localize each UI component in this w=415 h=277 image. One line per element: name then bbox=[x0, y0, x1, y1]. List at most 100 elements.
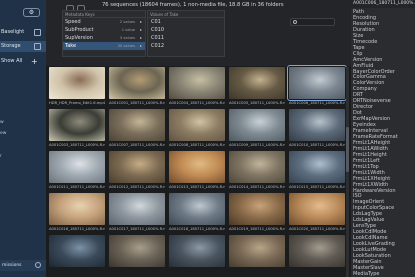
clip-caption: A001C007_180711_L000%.R.mxf bbox=[109, 143, 165, 147]
panel-header: Metadata Keys bbox=[63, 11, 145, 18]
clip-caption: A001C018_180711_L000%.R.mxf bbox=[169, 227, 225, 231]
clip-thumbnail[interactable]: A001C001_180711_L000%.R.mxf bbox=[109, 67, 165, 113]
clip-thumbnail[interactable]: A001C020_180711_L000%.R.mxf bbox=[289, 193, 345, 239]
panel-header: Values of Take bbox=[148, 11, 224, 18]
clip-caption: A001C019_180711_L000%.R.mxf bbox=[229, 227, 285, 231]
clip-thumbnail[interactable]: HDR_HDR_Promo_Edit1.6.mp4 bbox=[49, 67, 105, 113]
clip-caption: A001C012_180711_L000%.R.mxf bbox=[109, 185, 165, 189]
value-row[interactable]: C012 bbox=[148, 42, 224, 50]
clip-caption: A001C009_180711_L000%.R.mxf bbox=[229, 143, 285, 147]
metadata-key-row[interactable]: Take 30 values ▸ bbox=[63, 42, 145, 50]
clip-thumbnail[interactable]: A001C013_180711_L000%.R.mxf bbox=[169, 151, 225, 197]
clip-thumbnail[interactable]: A001C012_180711_L000%.R.mxf bbox=[109, 151, 165, 197]
clip-caption: A001C003_180711_L000%.R.mxf bbox=[49, 143, 105, 147]
clip-preview-image bbox=[109, 235, 165, 267]
sidebar-item-label: Show All bbox=[1, 58, 23, 64]
window-icon bbox=[34, 29, 41, 36]
clip-caption: HDR_HDR_Promo_Edit1.6.mp4 bbox=[49, 101, 105, 105]
clip-thumbnail[interactable]: A001C008_180711_L000%.R.mxf bbox=[169, 109, 225, 155]
gear-icon[interactable] bbox=[35, 262, 41, 268]
clip-caption: A001C005_180711_L000%.R.mxf bbox=[229, 101, 285, 105]
clip-preview-image bbox=[109, 67, 165, 99]
clip-preview-image bbox=[109, 193, 165, 225]
sidebar-item-storage[interactable]: Storage bbox=[0, 41, 46, 52]
search-input[interactable] bbox=[290, 18, 335, 26]
clip-thumbnail[interactable]: A001C014_180711_L000%.R.mxf bbox=[229, 151, 285, 197]
clip-thumbnail[interactable]: A001C017_180711_L000%.R.mxf bbox=[109, 193, 165, 239]
clip-caption: A001C015_180711_L000%.R.mxf bbox=[289, 185, 345, 189]
clip-thumbnail[interactable]: A001C018_180711_L000%.R.mxf bbox=[169, 193, 225, 239]
metadata-key-row[interactable]: SupVersion 3 values ▸ bbox=[63, 34, 145, 42]
clip-caption: A001C014_180711_L000%.R.mxf bbox=[229, 185, 285, 189]
clip-preview-image bbox=[287, 65, 347, 101]
clip-caption: A001C017_180711_L000%.R.mxf bbox=[109, 227, 165, 231]
thumbnail-grid: HDR_HDR_Promo_Edit1.6.mp4 A001C001_180711… bbox=[49, 65, 347, 277]
clip-preview-image bbox=[229, 193, 285, 225]
clip-caption: A001C020_180711_L000%.R.mxf bbox=[289, 227, 345, 231]
clip-thumbnail[interactable] bbox=[229, 235, 285, 277]
clip-preview-image bbox=[289, 235, 345, 267]
clip-thumbnail[interactable]: A001C011_180711_L000%.R.mxf bbox=[49, 151, 105, 197]
sidebar-label: r bbox=[0, 154, 2, 159]
clip-thumbnail[interactable]: A001C010_180711_L000%.R.mxf bbox=[289, 109, 345, 155]
clip-thumbnail[interactable]: A001C004_180711_L000%.R.mxf bbox=[169, 67, 225, 113]
clip-preview-image bbox=[229, 109, 285, 141]
app-window: ⚙ Baselight Storage Show All + w ew r mi… bbox=[0, 0, 415, 277]
clip-preview-image bbox=[229, 67, 285, 99]
clip-preview-image bbox=[169, 235, 225, 267]
value-row[interactable]: C010 bbox=[148, 26, 224, 34]
sidebar-item-label: Baselight bbox=[1, 29, 25, 35]
sidebar: ⚙ Baselight Storage Show All + w ew r mi… bbox=[0, 0, 46, 277]
sidebar-item-baselight[interactable]: Baselight bbox=[0, 27, 46, 38]
clip-preview-image bbox=[49, 67, 105, 99]
clip-thumbnail[interactable] bbox=[109, 235, 165, 277]
clip-caption: A001C010_180711_L000%.R.mxf bbox=[289, 143, 345, 147]
clip-thumbnail[interactable]: A001C009_180711_L000%.R.mxf bbox=[229, 109, 285, 155]
clip-thumbnail[interactable]: A001C015_180711_L000%.R.mxf bbox=[289, 151, 345, 197]
metadata-key-row[interactable]: SubProduct 1 value ▸ bbox=[63, 26, 145, 34]
clip-preview-image bbox=[109, 151, 165, 183]
clip-preview-image bbox=[169, 67, 225, 99]
clip-preview-image bbox=[49, 151, 105, 183]
metadata-key-row[interactable]: Speed 2 values ▸ bbox=[63, 18, 145, 26]
clip-caption: A001C016_180711_L000%.R.mxf bbox=[49, 227, 105, 231]
clip-preview-image bbox=[289, 193, 345, 225]
clip-thumbnail[interactable]: A001C016_180711_L000%.R.mxf bbox=[49, 193, 105, 239]
key-name: Speed bbox=[65, 19, 81, 25]
page-title: 76 sequences (18604 frames), 1 non-media… bbox=[102, 2, 284, 8]
value-row[interactable]: C011 bbox=[148, 34, 224, 42]
scrollbar-thumb[interactable] bbox=[346, 127, 349, 172]
chevron-right-icon: ▸ bbox=[139, 35, 142, 40]
selected-clip-name: A001C006_180711_L000%.R.mxf bbox=[351, 0, 415, 8]
clip-caption: A001C013_180711_L000%.R.mxf bbox=[169, 185, 225, 189]
clip-thumbnail[interactable] bbox=[169, 235, 225, 277]
clip-thumbnail[interactable]: A001C007_180711_L000%.R.mxf bbox=[109, 109, 165, 155]
clip-thumbnail[interactable]: A001C006_180711_L000%.R.mxf bbox=[287, 65, 347, 113]
grid-scrollbar[interactable] bbox=[346, 67, 349, 277]
sidebar-bottom-permissions[interactable]: missions bbox=[0, 260, 46, 271]
clip-thumbnail[interactable]: A001C003_180711_L000%.R.mxf bbox=[49, 109, 105, 155]
clip-preview-image bbox=[49, 193, 105, 225]
clip-caption: A001C004_180711_L000%.R.mxf bbox=[169, 101, 225, 105]
clip-caption: A001C008_180711_L000%.R.mxf bbox=[169, 143, 225, 147]
clip-preview-image bbox=[229, 235, 285, 267]
toolbar: 76 sequences (18604 frames), 1 non-media… bbox=[46, 0, 351, 66]
key-count: 2 values bbox=[119, 20, 135, 24]
clip-caption: A001C011_180711_L000%.R.mxf bbox=[49, 185, 105, 189]
value-row[interactable]: C01 bbox=[148, 18, 224, 26]
clip-thumbnail[interactable]: A001C019_180711_L000%.R.mxf bbox=[229, 193, 285, 239]
clip-thumbnail[interactable] bbox=[49, 235, 105, 277]
clip-thumbnail[interactable] bbox=[289, 235, 345, 277]
key-name: SupVersion bbox=[65, 35, 93, 41]
clip-preview-image bbox=[289, 151, 345, 183]
clip-preview-image bbox=[289, 109, 345, 141]
sidebar-item-show-all[interactable]: Show All bbox=[0, 56, 46, 67]
add-icon[interactable]: + bbox=[31, 57, 38, 66]
clip-preview-image bbox=[49, 109, 105, 141]
sidebar-label: w bbox=[0, 120, 4, 125]
chevron-right-icon: ▸ bbox=[139, 27, 142, 32]
settings-badge[interactable]: ⚙ bbox=[23, 8, 40, 17]
metadata-field-item[interactable]: MediaType bbox=[353, 271, 415, 277]
clip-thumbnail[interactable]: A001C005_180711_L000%.R.mxf bbox=[229, 67, 285, 113]
metadata-keys-panel: Metadata Keys Speed 2 values ▸ SubProduc… bbox=[62, 10, 146, 57]
